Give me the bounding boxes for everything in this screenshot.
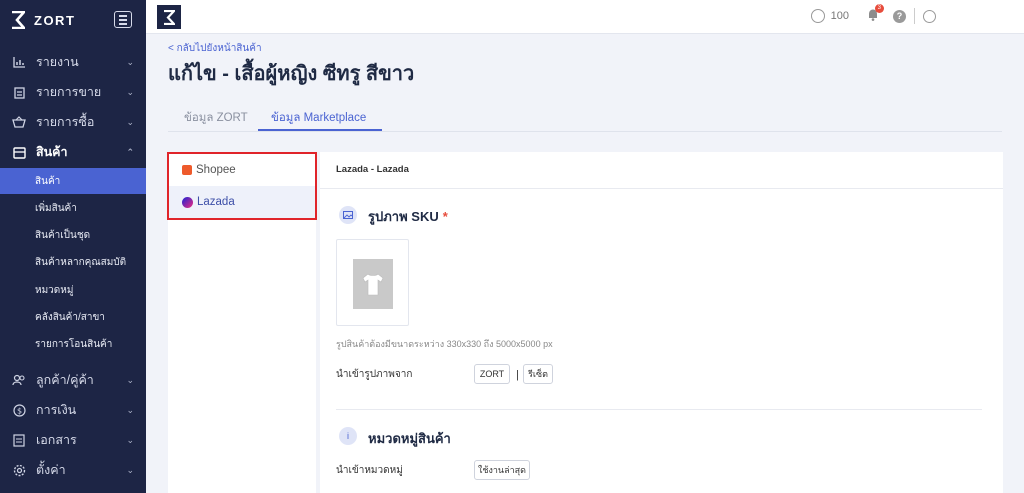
import-image-label: นำเข้ารูปภาพจาก <box>336 369 413 380</box>
sidebar-item-products[interactable]: สินค้า ⌃ <box>0 137 146 167</box>
page-title: แก้ไข - เสื้อผู้หญิง ซีทรู สีขาว <box>168 63 415 85</box>
sidebar-item-purchases[interactable]: รายการซื้อ ⌄ <box>0 107 146 137</box>
info-icon: i <box>339 427 357 445</box>
marketplace-card: Lazada - Lazada รูปภาพ SKU * รูปสินค้าต้อ… <box>320 152 1003 493</box>
sub-item-warehouse[interactable]: คลังสินค้า/สาขา <box>0 304 146 330</box>
credit-icon <box>810 9 825 23</box>
category-section-title: หมวดหมู่สินค้า <box>368 431 451 446</box>
menu-toggle-icon[interactable] <box>114 11 132 28</box>
basket-icon <box>12 115 26 129</box>
sub-item-add-product[interactable]: เพิ่มสินค้า <box>0 195 146 221</box>
sidebar-item-finance[interactable]: $ การเงิน ⌄ <box>0 395 146 425</box>
users-icon <box>12 373 26 387</box>
sidebar-item-label: ลูกค้า/คู่ค้า <box>36 373 94 387</box>
zort-logo-icon[interactable] <box>157 5 181 29</box>
sub-item-variants[interactable]: สินค้าหลากคุณสมบัติ <box>0 249 146 275</box>
sku-image-section-title: รูปภาพ SKU * <box>368 206 448 227</box>
user-icon[interactable] <box>923 9 936 23</box>
sidebar-item-label: เอกสาร <box>36 433 77 447</box>
sidebar: ZORT รายงาน ⌄ รายการขาย ⌄ รายการซื้อ ⌄ ส… <box>0 0 146 493</box>
reset-button[interactable]: รีเซ็ต <box>523 364 553 384</box>
chevron-down-icon: ⌄ <box>126 404 134 415</box>
credit-count: 100 <box>830 10 849 22</box>
sub-item-transfers[interactable]: รายการโอนสินค้า <box>0 331 146 357</box>
back-link[interactable]: < กลับไปยังหน้าสินค้า <box>168 41 262 56</box>
notification-button[interactable]: 3 <box>867 4 884 24</box>
chevron-down-icon: ⌄ <box>126 56 134 67</box>
sidebar-item-label: รายการขาย <box>36 85 102 99</box>
import-category-label: นำเข้าหมวดหมู่ <box>336 465 403 476</box>
active-tab-indicator <box>258 129 382 131</box>
zort-logo-icon <box>10 10 26 30</box>
clipboard-icon <box>12 85 26 99</box>
sub-item-categories[interactable]: หมวดหมู่ <box>0 277 146 303</box>
topbar-actions: 100 3 ? <box>810 4 936 24</box>
sidebar-item-label: รายการซื้อ <box>36 115 95 129</box>
button-separator: | <box>516 369 519 381</box>
notification-badge: 3 <box>874 4 884 13</box>
chart-icon <box>12 55 26 69</box>
chevron-down-icon: ⌄ <box>126 464 134 475</box>
gear-icon <box>12 463 26 477</box>
card-header: Lazada - Lazada <box>336 164 409 175</box>
coin-icon: $ <box>12 403 26 417</box>
image-icon <box>339 206 357 224</box>
chevron-down-icon: ⌄ <box>126 116 134 127</box>
tab-bar: ข้อมูล ZORT ข้อมูล Marketplace <box>168 102 1002 132</box>
sidebar-item-settings[interactable]: ตั้งค่า ⌄ <box>0 455 146 485</box>
help-icon[interactable]: ? <box>893 9 906 23</box>
sidebar-item-label: ตั้งค่า <box>36 463 66 477</box>
sub-item-products[interactable]: สินค้า <box>0 168 146 194</box>
tab-zort-info[interactable]: ข้อมูล ZORT <box>184 109 248 127</box>
divider <box>320 188 1003 189</box>
box-icon <box>12 145 26 159</box>
sidebar-item-customers[interactable]: ลูกค้า/คู่ค้า ⌄ <box>0 365 146 395</box>
topbar: 100 3 ? <box>146 0 1024 34</box>
tab-marketplace-info[interactable]: ข้อมูล Marketplace <box>271 109 366 127</box>
section-title-text: รูปภาพ SKU <box>368 209 439 224</box>
product-thumbnail <box>353 259 393 309</box>
sidebar-item-sales[interactable]: รายการขาย ⌄ <box>0 77 146 107</box>
highlight-annotation <box>167 152 317 220</box>
sub-item-bundle[interactable]: สินค้าเป็นชุด <box>0 222 146 248</box>
chevron-up-icon: ⌃ <box>126 146 134 157</box>
chevron-down-icon: ⌄ <box>126 434 134 445</box>
sidebar-item-reports[interactable]: รายงาน ⌄ <box>0 47 146 77</box>
required-mark: * <box>442 209 448 224</box>
divider <box>336 409 982 410</box>
brand-name: ZORT <box>34 12 76 28</box>
sidebar-item-label: การเงิน <box>36 403 77 417</box>
use-latest-button[interactable]: ใช้งานล่าสุด <box>474 460 530 480</box>
chevron-down-icon: ⌄ <box>126 86 134 97</box>
sidebar-item-label: สินค้า <box>36 145 68 159</box>
svg-text:$: $ <box>16 406 21 415</box>
sidebar-item-documents[interactable]: เอกสาร ⌄ <box>0 425 146 455</box>
product-image-slot[interactable] <box>336 239 409 326</box>
import-from-zort-button[interactable]: ZORT <box>474 364 510 384</box>
document-icon <box>12 433 26 447</box>
image-size-hint: รูปสินค้าต้องมีขนาดระหว่าง 330x330 ถึง 5… <box>336 339 553 349</box>
sidebar-item-label: รายงาน <box>36 55 79 69</box>
chevron-down-icon: ⌄ <box>126 374 134 385</box>
divider <box>914 8 915 24</box>
